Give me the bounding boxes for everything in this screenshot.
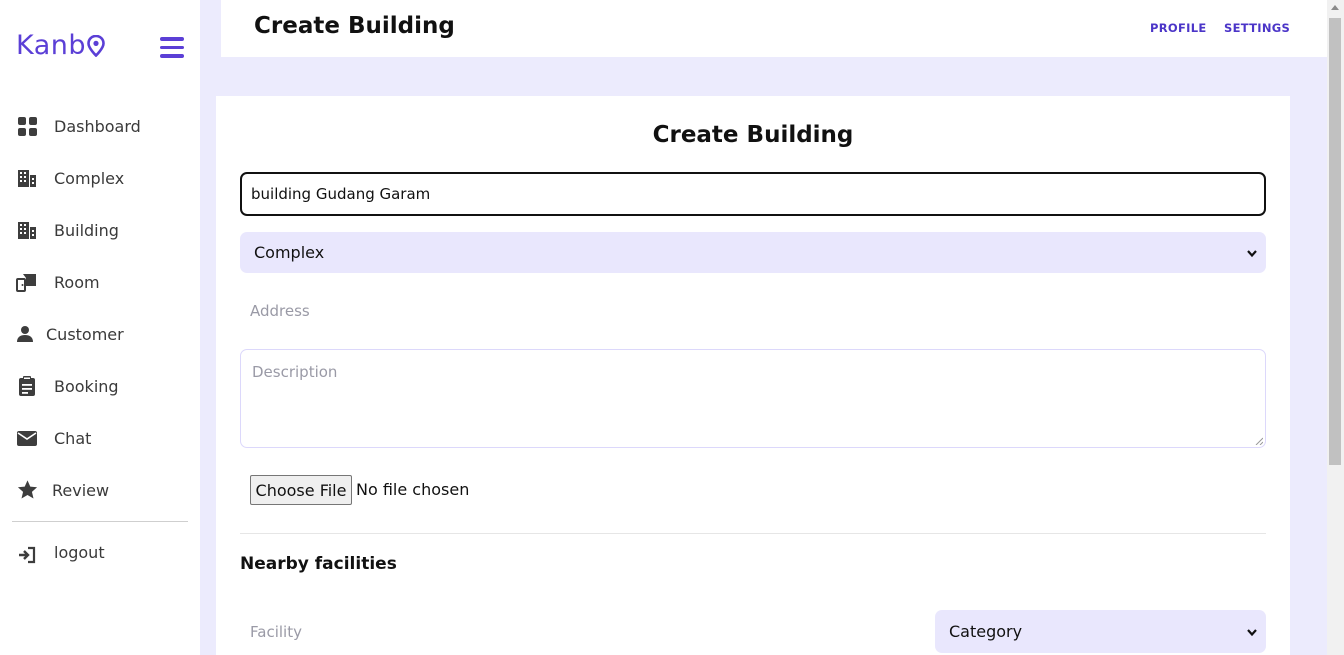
category-select-value: Category	[949, 622, 1023, 641]
sidebar-item-label: Dashboard	[54, 116, 141, 136]
sidebar-item-label: Booking	[54, 376, 119, 396]
brand-name: Kanb	[16, 30, 87, 61]
page-title: Create Building	[254, 13, 455, 39]
dashboard-icon	[16, 115, 38, 137]
facility-input[interactable]: Facility	[250, 623, 302, 641]
brand-logo[interactable]: Kanb	[16, 30, 105, 61]
sidebar-item-complex[interactable]: Complex	[16, 166, 186, 190]
chevron-down-icon	[1247, 249, 1257, 257]
choose-file-button[interactable]: Choose File	[250, 475, 352, 505]
building-icon	[16, 219, 38, 241]
sidebar-divider	[12, 521, 188, 522]
complex-select-value: Complex	[254, 243, 325, 262]
top-header: Create Building PROFILE SETTINGS	[221, 0, 1327, 57]
sidebar-item-label: Review	[52, 480, 110, 500]
sidebar-item-customer[interactable]: Customer	[14, 322, 184, 346]
logout-label: logout	[54, 542, 105, 562]
create-building-card: Create Building building Gudang Garam Co…	[216, 96, 1290, 655]
sidebar-item-label: Customer	[46, 324, 124, 344]
sidebar-item-dashboard[interactable]: Dashboard	[16, 114, 186, 138]
location-pin-icon	[87, 34, 105, 57]
description-textarea[interactable]: Description	[240, 349, 1266, 448]
hamburger-menu-icon[interactable]	[160, 37, 184, 59]
logout-button[interactable]: logout	[16, 540, 186, 564]
sidebar-item-building[interactable]: Building	[16, 218, 186, 242]
sidebar-item-chat[interactable]: Chat	[16, 426, 186, 450]
category-select[interactable]: Category	[935, 610, 1266, 653]
section-divider	[240, 533, 1266, 534]
chevron-down-icon	[1247, 628, 1257, 636]
page-scrollbar[interactable]	[1327, 0, 1344, 655]
sidebar-item-label: Chat	[54, 428, 92, 448]
address-input[interactable]: Address	[250, 302, 310, 320]
star-icon	[16, 479, 38, 501]
sidebar-item-label: Complex	[54, 168, 125, 188]
nearby-facilities-heading: Nearby facilities	[240, 554, 397, 574]
sidebar-item-room[interactable]: Room	[16, 270, 186, 294]
scrollbar-thumb[interactable]	[1329, 18, 1341, 465]
clipboard-icon	[16, 375, 38, 397]
building-name-value: building Gudang Garam	[251, 185, 431, 203]
sidebar: Kanb Dashboard Complex Building Room Cus…	[0, 0, 200, 655]
profile-link[interactable]: PROFILE	[1150, 21, 1206, 35]
form-title: Create Building	[652, 122, 854, 148]
complex-select[interactable]: Complex	[240, 232, 1266, 273]
logout-icon	[16, 541, 38, 564]
file-status-text: No file chosen	[356, 480, 470, 499]
sidebar-item-label: Room	[54, 272, 100, 292]
resize-handle-icon[interactable]	[1255, 437, 1263, 445]
scroll-up-icon[interactable]	[1331, 5, 1339, 10]
sidebar-item-review[interactable]: Review	[16, 478, 186, 502]
building-icon	[16, 167, 38, 189]
envelope-icon	[16, 427, 38, 449]
settings-link[interactable]: SETTINGS	[1224, 21, 1290, 35]
sidebar-item-label: Building	[54, 220, 119, 240]
room-icon	[16, 271, 38, 293]
building-name-input[interactable]: building Gudang Garam	[240, 172, 1266, 216]
user-icon	[14, 323, 36, 345]
sidebar-item-booking[interactable]: Booking	[16, 374, 186, 398]
description-placeholder: Description	[252, 363, 338, 381]
